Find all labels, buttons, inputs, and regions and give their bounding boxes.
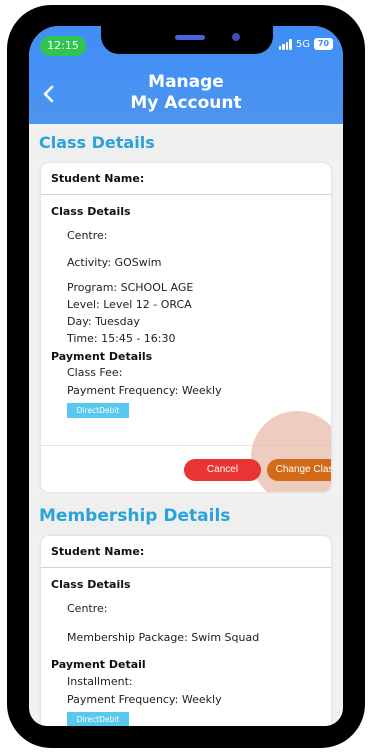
membership-package-text: Membership Package: Swim Squad [67, 631, 260, 644]
cancel-button[interactable]: Cancel [184, 459, 261, 481]
change-class-button[interactable]: Change Class [267, 459, 331, 481]
notch [101, 26, 273, 54]
camera-icon [232, 33, 240, 41]
back-chevron-icon[interactable] [37, 82, 61, 106]
membership-details-heading: Membership Details [29, 496, 343, 536]
installment-text: Installment: [67, 675, 133, 688]
centre-text: Centre: [67, 229, 108, 242]
centre-text: Centre: [67, 602, 108, 615]
class-details-subtitle: Class Details [51, 205, 131, 218]
direct-debit-badge: DirectDebit [67, 712, 129, 726]
payment-detail-title: Payment Detail [51, 658, 146, 671]
payment-frequency-text: Payment Frequency: Weekly [67, 693, 222, 706]
level-text: Level: Level 12 - ORCA [67, 298, 192, 311]
direct-debit-badge: DirectDebit [67, 403, 129, 418]
class-details-card: Student Name: Class Details Centre: Acti… [41, 163, 331, 492]
network-label: 5G [295, 38, 310, 50]
notch-speaker [175, 35, 205, 40]
class-details-subtitle: Class Details [51, 578, 131, 591]
student-name-label: Student Name: [41, 536, 331, 568]
app-header: 12:15 5G 70 Manage My Account [29, 26, 343, 124]
activity-text: Activity: GOSwim [67, 256, 162, 269]
signal-icon [278, 38, 292, 50]
app-screen: 12:15 5G 70 Manage My Account Class Deta… [29, 26, 343, 726]
battery-icon: 70 [314, 38, 333, 50]
payment-frequency-text: Payment Frequency: Weekly [67, 384, 222, 397]
student-name-label: Student Name: [41, 163, 331, 195]
class-fee-text: Class Fee: [67, 366, 123, 379]
page-title: Manage My Account [130, 72, 242, 113]
time-text: Time: 15:45 - 16:30 [67, 332, 176, 345]
membership-details-card: Student Name: Class Details Centre: Memb… [41, 536, 331, 726]
payment-details-title: Payment Details [51, 350, 153, 363]
status-indicators: 5G 70 [278, 38, 333, 50]
status-time: 12:15 [40, 36, 86, 56]
class-details-heading: Class Details [29, 126, 343, 160]
program-text: Program: SCHOOL AGE [67, 281, 194, 294]
day-text: Day: Tuesday [67, 315, 140, 328]
